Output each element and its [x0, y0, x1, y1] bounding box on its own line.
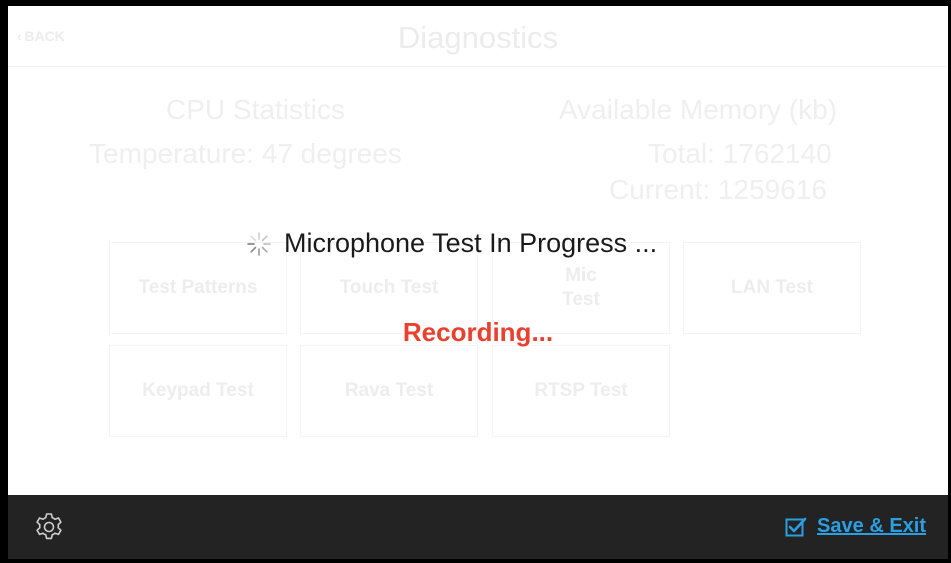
progress-indicator: Microphone Test In Progress ... — [246, 228, 657, 259]
memory-heading: Available Memory (kb) — [559, 94, 838, 125]
memory-total: Total: 1762140 — [648, 138, 832, 169]
save-exit-button[interactable]: Save & Exit — [785, 515, 926, 538]
top-bar: ‹ BACK Diagnostics — [8, 6, 948, 67]
spinner-icon — [247, 231, 271, 256]
rtsp-test-button[interactable]: RTSP Test — [492, 345, 670, 437]
progress-text: Microphone Test In Progress ... — [284, 228, 658, 258]
background-content: ‹ BACK Diagnostics CPU Statistics Temper… — [8, 6, 948, 559]
gear-icon[interactable] — [33, 511, 65, 543]
recording-status: Recording... — [402, 317, 554, 347]
memory-current: Current: 1259616 — [609, 174, 827, 205]
checkbox-checked-icon — [785, 517, 807, 536]
mic-test-label-line1: Mic — [565, 265, 597, 287]
bottom-bar: Save & Exit — [8, 495, 948, 559]
keypad-test-button[interactable]: Keypad Test — [109, 345, 287, 437]
cpu-temperature: Temperature: 47 degrees — [89, 138, 402, 169]
rava-test-button[interactable]: Rava Test — [300, 345, 478, 437]
diagnostics-screen: ‹ BACK Diagnostics CPU Statistics Temper… — [8, 6, 948, 559]
save-exit-label: Save & Exit — [817, 515, 926, 537]
page-title: Diagnostics — [397, 20, 559, 55]
cpu-statistics-heading: CPU Statistics — [166, 94, 345, 125]
mic-test-label-line2: Test — [562, 289, 600, 310]
